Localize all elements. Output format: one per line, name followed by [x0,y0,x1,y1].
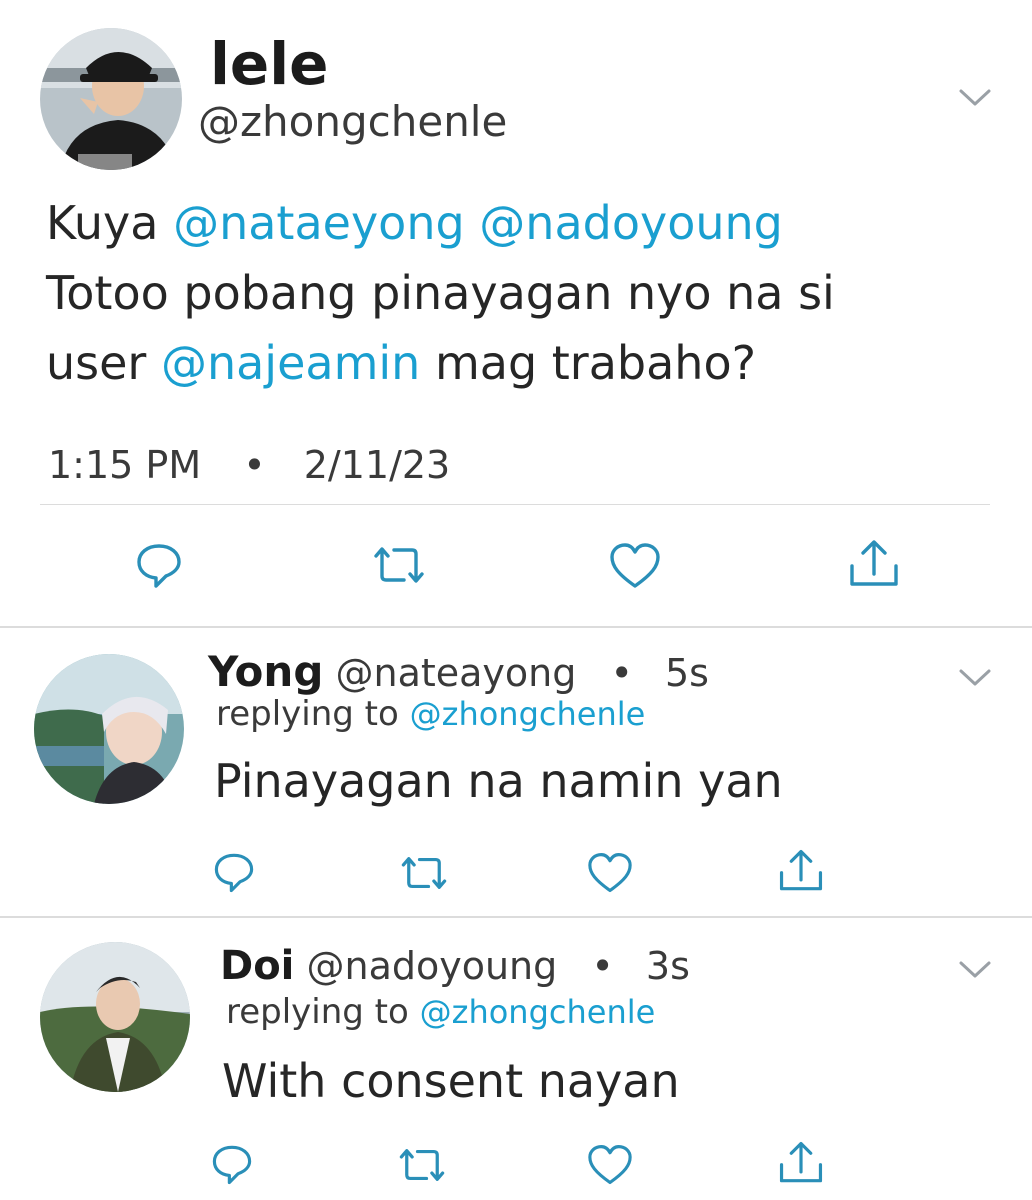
reply-header: Doi @nadoyoung • 3s [220,942,690,990]
reply-separator: • [591,944,614,988]
reply-handle[interactable]: @nateayong [335,651,576,695]
tweet-text-user: user [46,336,147,390]
reply-display-name[interactable]: Yong [208,647,323,696]
share-icon[interactable] [846,538,902,590]
reply-text: With consent nayan [222,1054,680,1108]
mention-nataeyong[interactable]: @nataeyong [173,196,465,250]
reply-age: 5s [664,651,709,695]
tweet-text-prefix: Kuya [46,196,159,250]
heart-icon[interactable] [586,852,634,894]
tweet-line-3: user @najeamin mag trabaho? [46,328,1006,398]
replying-to-handle[interactable]: @zhongchenle [420,993,656,1031]
section-divider-1 [0,626,1032,628]
tweet-text-suffix: mag trabaho? [434,336,757,390]
handle[interactable]: @zhongchenle [198,96,507,148]
reply-display-name[interactable]: Doi [220,943,294,989]
tweet-menu-chevron-down-icon[interactable] [958,86,992,110]
reply-icon[interactable] [134,540,184,590]
timestamp-separator: • [243,443,266,487]
retweet-icon[interactable] [396,1146,448,1184]
replying-to-label: replying to [226,992,409,1032]
reply-icon[interactable] [210,1142,254,1186]
tweet-divider [40,504,990,505]
avatar-doi[interactable] [40,942,190,1092]
tweet-timestamp: 1:15 PM • 2/11/23 [48,440,450,490]
mention-nadoyoung[interactable]: @nadoyoung [479,196,783,250]
replying-to: replying to @zhongchenle [216,692,645,736]
reply-handle[interactable]: @nadoyoung [307,944,558,988]
tweet-line-1: Kuya @nataeyong @nadoyoung [46,188,1006,258]
reply-age: 3s [645,944,690,988]
reply-menu-chevron-down-icon[interactable] [958,958,992,982]
reply-text: Pinayagan na namin yan [214,754,783,808]
avatar-yong[interactable] [34,654,184,804]
section-divider-2 [0,916,1032,918]
mention-najeamin[interactable]: @najeamin [161,336,420,390]
retweet-icon[interactable] [370,544,428,586]
replying-to-label: replying to [216,694,399,734]
replying-to-handle[interactable]: @zhongchenle [410,695,646,733]
share-icon[interactable] [776,848,826,894]
tweet-time: 1:15 PM [48,443,202,487]
heart-icon[interactable] [608,542,662,590]
tweet-body: Kuya @nataeyong @nadoyoung Totoo pobang … [46,188,1006,398]
tweet-date: 2/11/23 [303,443,451,487]
reply-icon[interactable] [212,850,256,894]
avatar-lele[interactable] [40,28,182,170]
tweet-line-2: Totoo pobang pinayagan nyo na si [46,266,835,320]
retweet-icon[interactable] [398,854,450,892]
reply-separator: • [610,651,633,695]
reply-header: Yong @nateayong • 5s [208,648,709,697]
replying-to: replying to @zhongchenle [226,990,655,1034]
reply-menu-chevron-down-icon[interactable] [958,666,992,690]
display-name[interactable]: lele [210,26,328,102]
share-icon[interactable] [776,1140,826,1186]
heart-icon[interactable] [586,1144,634,1186]
